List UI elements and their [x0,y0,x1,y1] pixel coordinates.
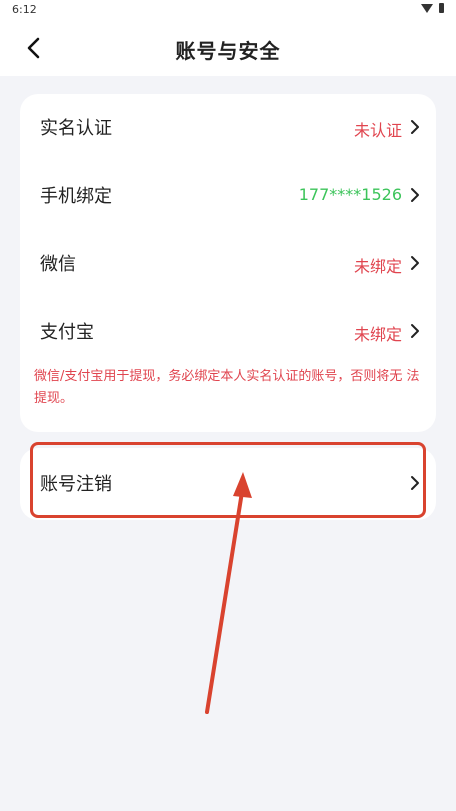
row-label: 微信 [40,254,76,275]
chevron-right-icon [411,188,419,202]
row-alipay-binding[interactable]: 支付宝 未绑定 [20,298,436,366]
wifi-icon [421,3,433,13]
row-real-name-verification[interactable]: 实名认证 未认证 [20,94,436,162]
row-label: 支付宝 [40,322,94,343]
status-time: 6:12 [12,3,37,16]
row-label: 实名认证 [40,118,112,139]
status-icons [421,3,444,13]
page-title: 账号与安全 [175,39,281,63]
annotation-highlight-box [30,442,426,518]
row-phone-binding[interactable]: 手机绑定 177****1526 [20,162,436,230]
battery-icon [439,3,444,13]
chevron-right-icon [411,324,419,338]
row-status: 未绑定 [353,325,402,344]
row-status: 177****1526 [298,185,402,204]
chevron-right-icon [411,256,419,270]
status-bar: 6:12 [0,0,456,20]
row-status: 未绑定 [353,257,402,276]
row-label: 手机绑定 [40,186,112,207]
row-wechat-binding[interactable]: 微信 未绑定 [20,230,436,298]
row-status: 未认证 [353,121,402,140]
withdrawal-notice: 微信/支付宝用于提现，务必绑定本人实名认证的账号，否则将无 法提现。 [34,369,420,406]
chevron-right-icon [411,120,419,134]
account-bindings-card: 实名认证 未认证 手机绑定 177****1526 微信 未绑定 支付宝 未绑定… [20,94,436,432]
header: 账号与安全 [0,20,456,76]
